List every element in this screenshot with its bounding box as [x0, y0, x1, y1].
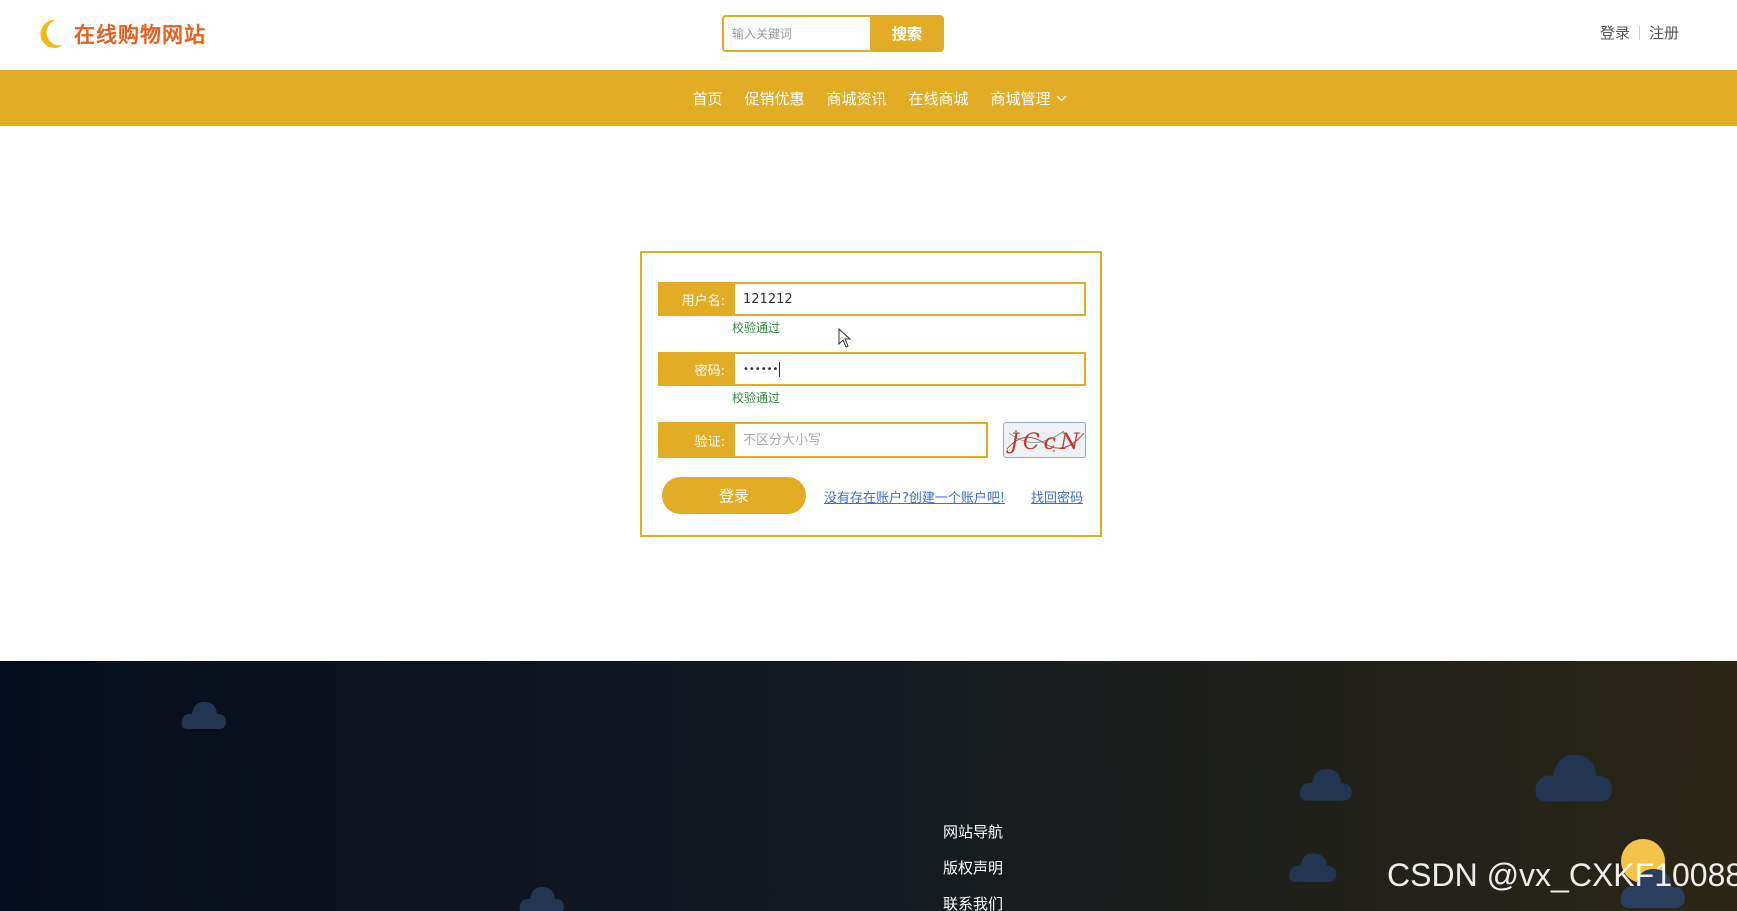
captcha-label: 验证: [658, 422, 733, 458]
forgot-password-link[interactable]: 找回密码 [1031, 487, 1083, 506]
nav-item-home[interactable]: 首页 [692, 88, 722, 109]
moon-logo-icon [40, 19, 63, 48]
header: 在线购物网站 搜索 登录 注册 [0, 0, 1737, 70]
site-title: 在线购物网站 [74, 23, 206, 47]
password-valid-status: 校验通过 [732, 391, 781, 405]
captcha-text: JCcN [1006, 430, 1083, 455]
captcha-row: 验证: [658, 422, 988, 458]
site-logo[interactable]: 在线购物网站 [36, 14, 206, 54]
login-form: 用户名: 校验通过 密码: •••••• 校验通过 验证: JCcN 登录 没有… [640, 251, 1102, 537]
auth-links: 登录 注册 [1600, 22, 1679, 43]
username-row: 用户名: [658, 282, 1086, 316]
username-valid-status: 校验通过 [732, 321, 781, 335]
footer-link-contact[interactable]: 联系我们 [943, 893, 1003, 911]
captcha-noise: JCcN [1006, 430, 1085, 455]
footer-links: 网站导航 版权声明 联系我们 [943, 821, 1003, 911]
footer-link-site-nav[interactable]: 网站导航 [943, 821, 1003, 857]
watermark: CSDN @vx_CXKF10088 [1387, 857, 1737, 893]
username-input[interactable] [733, 282, 1086, 316]
main-nav: 首页 促销优惠 商城资讯 在线商城 商城管理 [0, 70, 1737, 126]
password-mask: •••••• [743, 363, 779, 375]
cloud-icon [519, 886, 564, 911]
password-input[interactable]: •••••• [733, 352, 1086, 386]
nav-item-management[interactable]: 商城管理 [991, 88, 1067, 109]
nav-item-news[interactable]: 商城资讯 [826, 88, 886, 109]
footer-link-copyright[interactable]: 版权声明 [943, 857, 1003, 893]
auth-separator [1639, 25, 1641, 40]
captcha-image[interactable]: JCcN [1003, 422, 1086, 458]
cloud-icon [1289, 853, 1337, 882]
nav-item-management-label: 商城管理 [990, 89, 1051, 108]
header-login-link[interactable]: 登录 [1600, 22, 1630, 43]
search-input[interactable] [722, 15, 870, 52]
cloud-icon [1535, 754, 1612, 802]
cloud-icon [181, 701, 226, 729]
password-label: 密码: [658, 352, 733, 386]
password-row: 密码: •••••• [658, 352, 1086, 386]
header-register-link[interactable]: 注册 [1649, 22, 1679, 43]
mouse-cursor-icon [838, 328, 852, 348]
search-button[interactable]: 搜索 [870, 15, 944, 52]
username-label: 用户名: [658, 282, 733, 316]
nav-item-promotions[interactable]: 促销优惠 [744, 88, 804, 109]
captcha-input[interactable] [733, 422, 988, 458]
chevron-down-icon [1056, 95, 1067, 101]
search-bar: 搜索 [722, 15, 944, 52]
login-button[interactable]: 登录 [662, 477, 806, 514]
create-account-link[interactable]: 没有存在账户?创建一个账户吧! [824, 487, 1005, 506]
text-caret [779, 361, 781, 377]
nav-item-mall[interactable]: 在线商城 [909, 88, 969, 109]
cloud-icon [1299, 769, 1352, 801]
